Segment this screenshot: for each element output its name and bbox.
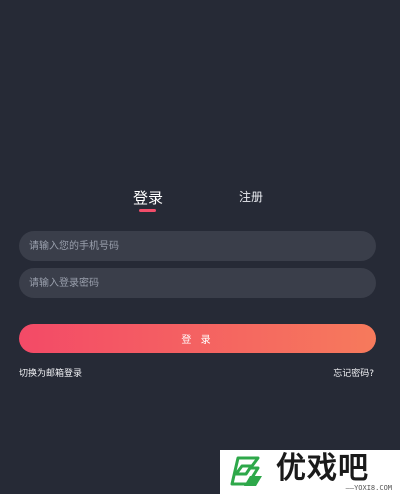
site-logo-icon: [230, 456, 262, 486]
auth-tabs: 登录 注册: [0, 186, 400, 216]
switch-to-email-login-link[interactable]: 切换为邮箱登录: [19, 366, 82, 379]
tab-active-indicator: [139, 209, 156, 212]
watermark-url: ——YOXI8.COM: [345, 484, 392, 492]
forgot-password-link[interactable]: 忘记密码?: [333, 366, 374, 379]
tab-login[interactable]: 登录: [133, 187, 163, 208]
password-input[interactable]: [19, 268, 376, 298]
watermark-site-name: 优戏吧: [276, 451, 369, 486]
login-button[interactable]: 登 录: [19, 324, 376, 353]
phone-input[interactable]: [19, 231, 376, 261]
tab-register[interactable]: 注册: [239, 188, 263, 205]
watermark: 优戏吧 ——YOXI8.COM: [220, 450, 400, 494]
